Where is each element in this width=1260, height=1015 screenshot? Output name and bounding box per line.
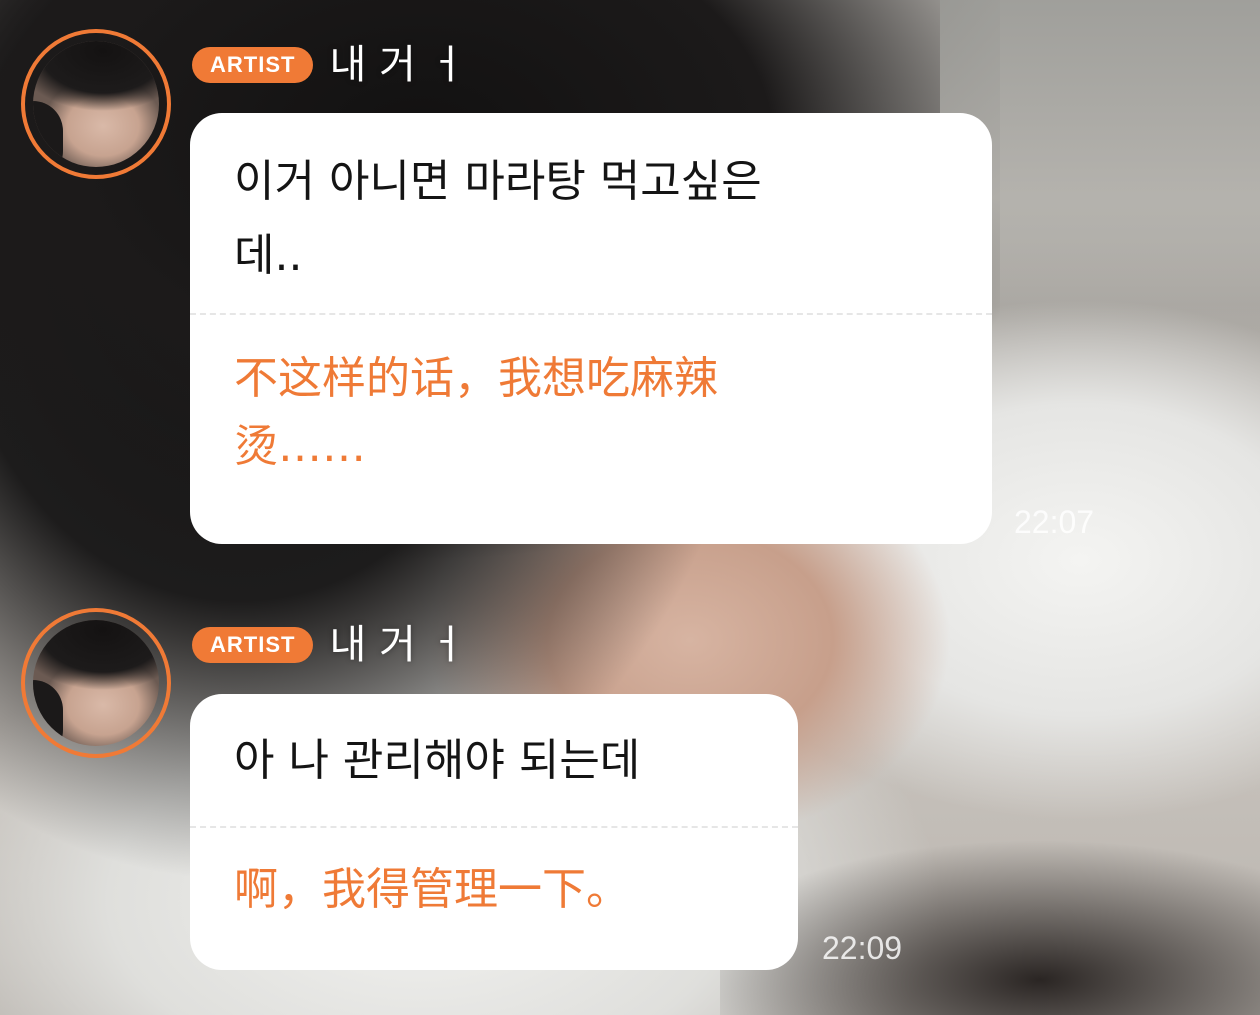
message-time: 22:07 [1014,504,1095,540]
message-header: ARTIST 내 거 ㅓ [192,625,465,665]
artist-avatar[interactable] [21,608,171,758]
original-text-line: 이거 아니면 마라탕 먹고싶은 [234,156,762,207]
original-text-line: 데.. [234,230,303,281]
avatar-image [33,620,159,746]
translated-text-line: 烫…… [234,421,366,472]
message-bubble[interactable]: 아 나 관리해야 되는데 啊，我得管理一下。 [190,694,798,970]
sender-name[interactable]: 내 거 ㅓ [329,45,465,85]
message-header: ARTIST 내 거 ㅓ [192,45,465,85]
artist-avatar[interactable] [21,29,171,179]
artist-badge: ARTIST [192,47,314,83]
sender-name[interactable]: 내 거 ㅓ [329,625,465,665]
translated-text-line: 不这样的话，我想吃麻辣 [234,353,718,404]
translated-text-line: 啊，我得管理一下。 [234,864,630,915]
avatar-image [33,41,159,167]
message-bubble[interactable]: 이거 아니면 마라탕 먹고싶은 데.. 不这样的话，我想吃麻辣 烫…… [190,113,992,544]
translated-text: 不这样的话，我想吃麻辣 烫…… [190,315,992,511]
artist-badge: ARTIST [192,627,314,663]
background-photo-shadow [720,820,1260,1015]
original-text: 이거 아니면 마라탕 먹고싶은 데.. [190,113,992,313]
original-text-line: 아 나 관리해야 되는데 [234,735,641,786]
original-text: 아 나 관리해야 되는데 [190,694,798,826]
translated-text: 啊，我得管理一下。 [190,828,798,954]
message-time: 22:09 [822,930,903,966]
